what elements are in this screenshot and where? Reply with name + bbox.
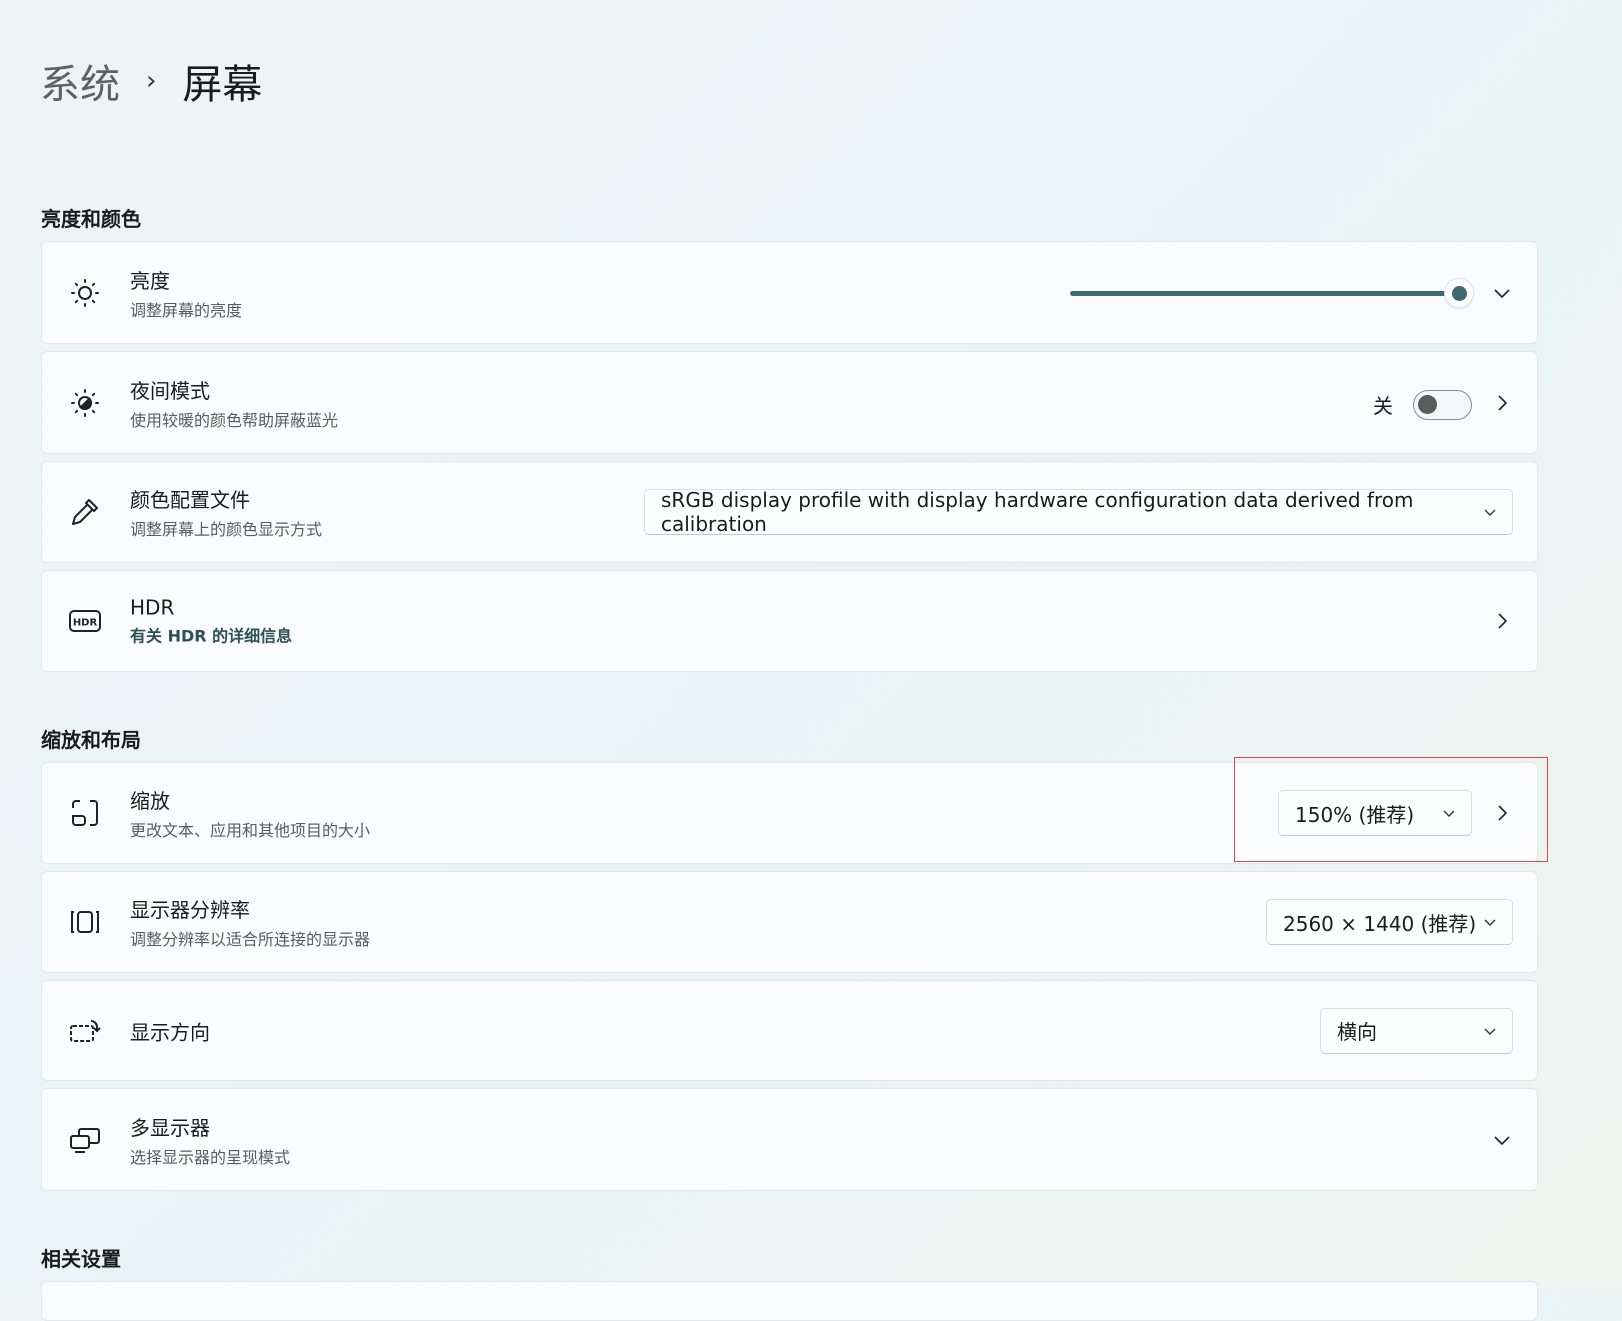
night-light-state: 关 [1373,394,1393,418]
color-profile-value: sRGB display profile with display hardwa… [661,488,1414,536]
night-light-icon [68,386,102,420]
resolution-dropdown[interactable]: 2560 × 1440 (推荐) [1266,899,1513,945]
brightness-subtitle: 调整屏幕的亮度 [130,300,243,320]
brightness-title: 亮度 [130,268,170,293]
highlight-box [1234,757,1548,862]
eyedropper-icon [68,495,102,529]
color-profile-card: 颜色配置文件调整屏幕上的颜色显示方式 sRGB display profile … [41,461,1538,563]
color-profile-title: 颜色配置文件 [130,488,250,512]
orientation-dropdown[interactable]: 横向 [1320,1007,1513,1054]
chevron-down-icon[interactable] [1491,282,1513,304]
section-brightness-color: 亮度和颜色 [41,207,141,231]
color-profile-subtitle: 调整屏幕上的颜色显示方式 [130,520,323,539]
hdr-icon: HDR [68,604,102,638]
orientation-title: 显示方向 [130,1020,210,1044]
scale-icon [68,796,102,830]
chevron-right-icon[interactable] [1491,392,1513,414]
scale-subtitle: 更改文本、应用和其他项目的大小 [130,821,371,840]
chevron-down-icon [1484,509,1496,516]
page-title: 屏幕 [182,62,263,108]
night-light-card[interactable]: 夜间模式使用较暖的颜色帮助屏蔽蓝光 关 [41,351,1538,454]
multi-display-subtitle: 选择显示器的呈现模式 [130,1147,291,1167]
orientation-card: 显示方向 横向 [41,980,1538,1081]
section-related-settings: 相关设置 [41,1247,121,1271]
breadcrumb: 系统 › 屏幕 [40,52,262,110]
brightness-slider[interactable] [1070,278,1476,308]
related-settings-card[interactable] [41,1281,1538,1321]
breadcrumb-separator: › [146,66,157,96]
hdr-card[interactable]: HDR HDR 有关 HDR 的详细信息 [41,570,1538,672]
color-profile-dropdown[interactable]: sRGB display profile with display hardwa… [644,488,1513,536]
hdr-title: HDR [130,595,175,620]
resolution-subtitle: 调整分辨率以适合所连接的显示器 [130,930,371,949]
scale-title: 缩放 [130,789,170,813]
brightness-card: 亮度 调整屏幕的亮度 [41,241,1538,344]
resolution-title: 显示器分辨率 [130,898,250,922]
multi-display-title: 多显示器 [130,1115,210,1140]
orientation-value: 横向 [1337,1020,1377,1044]
night-light-title: 夜间模式 [130,378,210,403]
multi-display-icon [68,1123,102,1157]
breadcrumb-system[interactable]: 系统 [40,52,120,110]
slider-track [1070,291,1460,296]
resolution-value: 2560 × 1440 (推荐) [1283,911,1477,936]
multi-display-card[interactable]: 多显示器选择显示器的呈现模式 [41,1088,1538,1191]
night-light-toggle[interactable] [1413,390,1472,420]
night-light-subtitle: 使用较暖的颜色帮助屏蔽蓝光 [130,410,339,430]
section-scale-layout: 缩放和布局 [41,728,141,752]
resolution-icon [68,905,102,939]
svg-text:HDR: HDR [73,618,98,629]
chevron-down-icon[interactable] [1491,1129,1513,1151]
orientation-icon [68,1014,102,1048]
sun-icon [68,276,102,310]
resolution-card: 显示器分辨率调整分辨率以适合所连接的显示器 2560 × 1440 (推荐) [41,871,1538,973]
chevron-right-icon[interactable] [1491,610,1513,632]
chevron-down-icon [1484,919,1496,926]
slider-thumb[interactable] [1444,278,1474,308]
chevron-down-icon [1484,1028,1496,1035]
hdr-link[interactable]: 有关 HDR 的详细信息 [130,623,292,647]
